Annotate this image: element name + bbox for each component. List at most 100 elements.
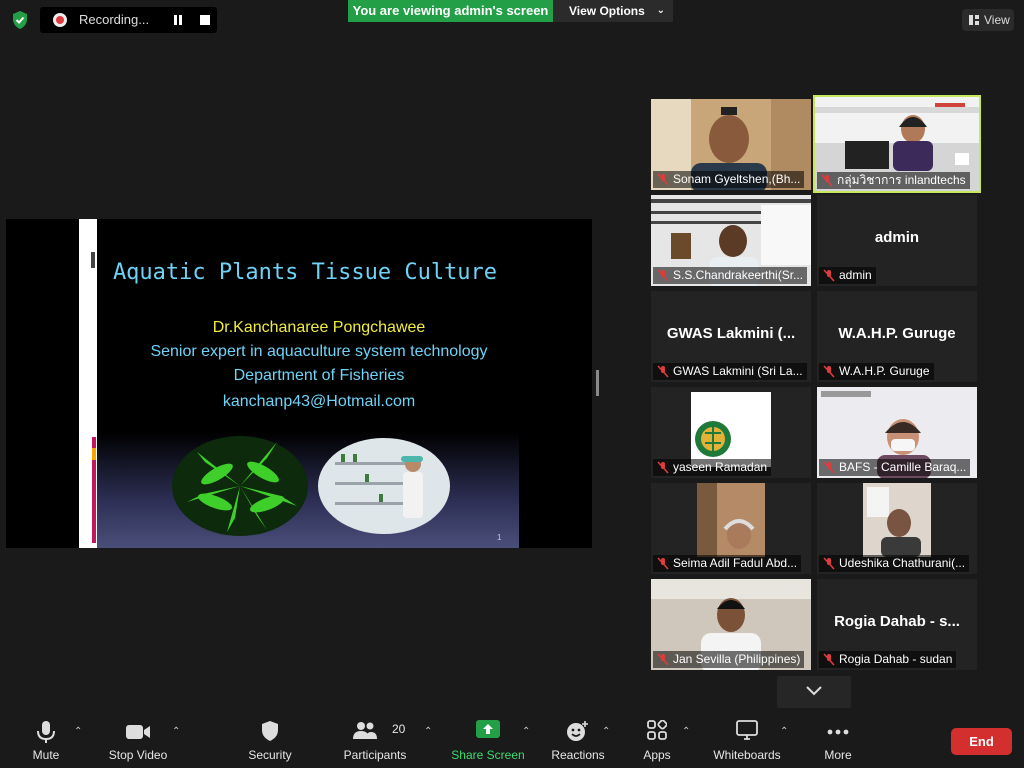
security-label: Security	[248, 748, 292, 762]
participant-name: GWAS Lakmini (Sri La...	[653, 363, 807, 380]
slide-department: Department of Fisheries	[233, 367, 405, 384]
participant-tile[interactable]: yaseen Ramadan	[651, 387, 811, 478]
stop-video-button[interactable]: Stop Video	[104, 712, 172, 768]
view-button[interactable]: View	[962, 9, 1014, 31]
slide-presenter: Dr.Kanchanaree Pongchawee	[212, 319, 426, 336]
participant-tile[interactable]: Seima Adil Fadul Abd...	[651, 483, 811, 574]
participant-name: Seima Adil Fadul Abd...	[653, 555, 802, 572]
microphone-icon	[37, 721, 55, 743]
slide-title: Aquatic Plants Tissue Culture	[112, 260, 498, 285]
participant-name: Udeshika Chathurani(...	[819, 555, 970, 572]
apps-button[interactable]: Apps	[632, 712, 682, 768]
participant-tile[interactable]: Rogia Dahab - s... Rogia Dahab - sudan	[817, 579, 977, 670]
recording-label: Recording...	[79, 12, 150, 27]
security-button[interactable]: Security	[242, 712, 298, 768]
video-camera-icon	[126, 725, 150, 739]
encryption-shield-icon[interactable]	[10, 10, 30, 30]
participant-tile[interactable]: Jan Sevilla (Philippines)	[651, 579, 811, 670]
participant-name: admin	[819, 267, 876, 284]
muted-mic-icon	[821, 174, 833, 187]
participants-button[interactable]: 20 Participants	[340, 712, 410, 768]
muted-mic-icon	[657, 461, 669, 474]
slide-email: kanchanp43@Hotmail.com	[222, 393, 416, 410]
panel-resize-handle[interactable]	[596, 370, 599, 396]
reactions-label: Reactions	[551, 748, 605, 762]
recording-icon	[53, 13, 67, 27]
participant-tile[interactable]: S.S.Chandrakeerthi(Sr...	[651, 195, 811, 286]
apps-label: Apps	[643, 748, 671, 762]
slide-accent-yellow	[92, 448, 96, 460]
view-options-label: View Options	[569, 4, 645, 18]
end-meeting-button[interactable]: End	[951, 728, 1012, 755]
participant-tile[interactable]: W.A.H.P. Guruge W.A.H.P. Guruge	[817, 291, 977, 382]
participant-display-name: GWAS Lakmini (...	[666, 325, 796, 342]
more-dots-icon	[827, 729, 849, 735]
muted-mic-icon	[657, 365, 669, 378]
recording-indicator: Recording...	[40, 7, 217, 33]
muted-mic-icon	[657, 173, 669, 186]
whiteboards-caret-icon[interactable]: ⌃	[780, 726, 788, 737]
whiteboards-button[interactable]: Whiteboards	[708, 712, 786, 768]
stop-recording-icon[interactable]	[200, 15, 210, 25]
participants-icon	[353, 722, 378, 739]
muted-mic-icon	[823, 653, 835, 666]
participant-display-name: admin	[874, 229, 920, 246]
slide-marker	[91, 252, 95, 268]
participants-label: Participants	[343, 748, 407, 762]
mute-label: Mute	[32, 748, 60, 762]
more-label: More	[824, 748, 852, 762]
chevron-down-icon	[806, 686, 822, 696]
muted-mic-icon	[657, 269, 669, 282]
participant-name: Rogia Dahab - sudan	[819, 651, 957, 668]
share-screen-button[interactable]: Share Screen	[450, 712, 526, 768]
participants-caret-icon[interactable]: ⌃	[424, 726, 432, 737]
video-options-caret-icon[interactable]: ⌃	[172, 726, 180, 737]
share-screen-icon	[476, 720, 500, 738]
slide-photos	[172, 436, 450, 536]
slide-page-number: 1	[497, 533, 502, 542]
audio-options-caret-icon[interactable]: ⌃	[74, 726, 82, 737]
participant-tile[interactable]: BAFS - Camille Baraq...	[817, 387, 977, 478]
muted-mic-icon	[823, 365, 835, 378]
muted-mic-icon	[823, 461, 835, 474]
slide-role: Senior expert in aquaculture system tech…	[150, 343, 488, 360]
participant-name: W.A.H.P. Guruge	[819, 363, 934, 380]
smiley-icon	[567, 721, 588, 741]
view-options-button[interactable]: View Options ⌄	[553, 0, 673, 22]
apps-icon	[647, 720, 667, 740]
gallery-scroll-down-button[interactable]	[777, 676, 851, 708]
participant-tile[interactable]: admin admin	[817, 195, 977, 286]
whiteboard-icon	[736, 720, 758, 740]
participant-name: Sonam Gyeltshen,(Bh...	[653, 171, 805, 188]
view-label: View	[984, 13, 1010, 27]
participant-name: BAFS - Camille Baraq...	[819, 459, 971, 476]
muted-mic-icon	[823, 557, 835, 570]
participant-tile[interactable]: Udeshika Chathurani(...	[817, 483, 977, 574]
participant-tile-active-speaker[interactable]: กลุ่มวิชาการ inlandtechs	[813, 95, 981, 193]
participant-display-name: W.A.H.P. Guruge	[838, 325, 956, 342]
participant-tile[interactable]: GWAS Lakmini (... GWAS Lakmini (Sri La..…	[651, 291, 811, 382]
whiteboards-label: Whiteboards	[713, 748, 781, 762]
share-screen-label: Share Screen	[451, 748, 525, 762]
participant-tile[interactable]: Sonam Gyeltshen,(Bh...	[651, 99, 811, 190]
stop-video-label: Stop Video	[108, 748, 168, 762]
mute-button[interactable]: Mute	[18, 712, 74, 768]
viewing-screen-banner: You are viewing admin's screen	[348, 0, 553, 22]
more-button[interactable]: More	[812, 712, 864, 768]
share-options-caret-icon[interactable]: ⌃	[522, 726, 530, 737]
pause-recording-icon[interactable]	[173, 15, 183, 25]
grid-icon	[969, 15, 979, 25]
shield-icon	[262, 721, 278, 741]
reactions-button[interactable]: Reactions	[548, 712, 608, 768]
meeting-toolbar: Mute ⌃ Stop Video ⌃ Security 20 Particip…	[0, 712, 1024, 768]
participants-count: 20	[392, 722, 406, 736]
reactions-caret-icon[interactable]: ⌃	[602, 726, 610, 737]
muted-mic-icon	[657, 653, 669, 666]
participant-display-name: Rogia Dahab - s...	[834, 613, 960, 630]
muted-mic-icon	[657, 557, 669, 570]
participant-name: yaseen Ramadan	[653, 459, 772, 476]
apps-caret-icon[interactable]: ⌃	[682, 726, 690, 737]
chevron-down-icon: ⌄	[656, 5, 665, 16]
slide-image-band	[97, 432, 519, 548]
participant-name: กลุ่มวิชาการ inlandtechs	[817, 172, 970, 189]
